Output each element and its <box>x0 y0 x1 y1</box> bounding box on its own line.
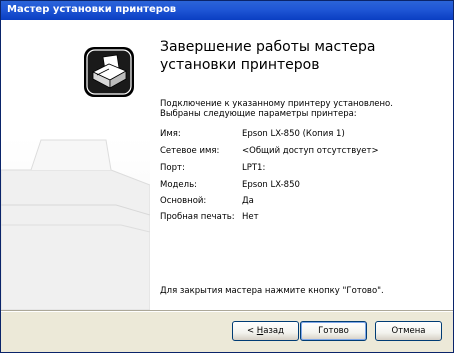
wizard-content: Завершение работы мастера установки прин… <box>150 20 453 310</box>
cancel-button[interactable]: Отмена <box>375 321 442 341</box>
wizard-sidebar <box>1 20 150 310</box>
title-bar[interactable]: Мастер установки принтеров <box>1 1 453 20</box>
window-title: Мастер установки принтеров <box>7 4 177 15</box>
intro-line-1: Подключение к указанному принтеру устано… <box>160 99 393 109</box>
printer-wizard-window: Мастер установки принтеров Завершение ра… <box>0 0 454 353</box>
intro-text: Подключение к указанному принтеру устано… <box>160 99 450 119</box>
finish-button[interactable]: Готово <box>300 321 367 341</box>
page-title: Завершение работы мастера установки прин… <box>160 39 376 73</box>
setting-value: Epson LX-850 (Копия 1) <box>242 129 345 139</box>
button-separator <box>1 310 453 312</box>
finish-instruction: Для закрытия мастера нажмите кнопку "Гот… <box>160 286 384 296</box>
back-label: азад <box>263 326 285 336</box>
setting-value: Да <box>242 196 254 206</box>
back-button[interactable]: < Назад <box>232 321 299 341</box>
setting-label: Порт: <box>160 163 185 173</box>
setting-value: Epson LX-850 <box>242 180 300 190</box>
setting-value: LPT1: <box>242 163 266 173</box>
intro-line-2: Выбраны следующие параметры принтера: <box>160 109 357 119</box>
setting-label: Основной: <box>160 196 207 206</box>
setting-label: Имя: <box>160 129 181 139</box>
setting-label: Пробная печать: <box>160 212 235 222</box>
setting-label: Модель: <box>160 180 197 190</box>
setting-label: Сетевое имя: <box>160 146 220 156</box>
back-prefix: < <box>246 326 257 336</box>
setting-value: Нет <box>242 212 259 222</box>
setting-value: <Общий доступ отсутствует> <box>242 146 379 156</box>
